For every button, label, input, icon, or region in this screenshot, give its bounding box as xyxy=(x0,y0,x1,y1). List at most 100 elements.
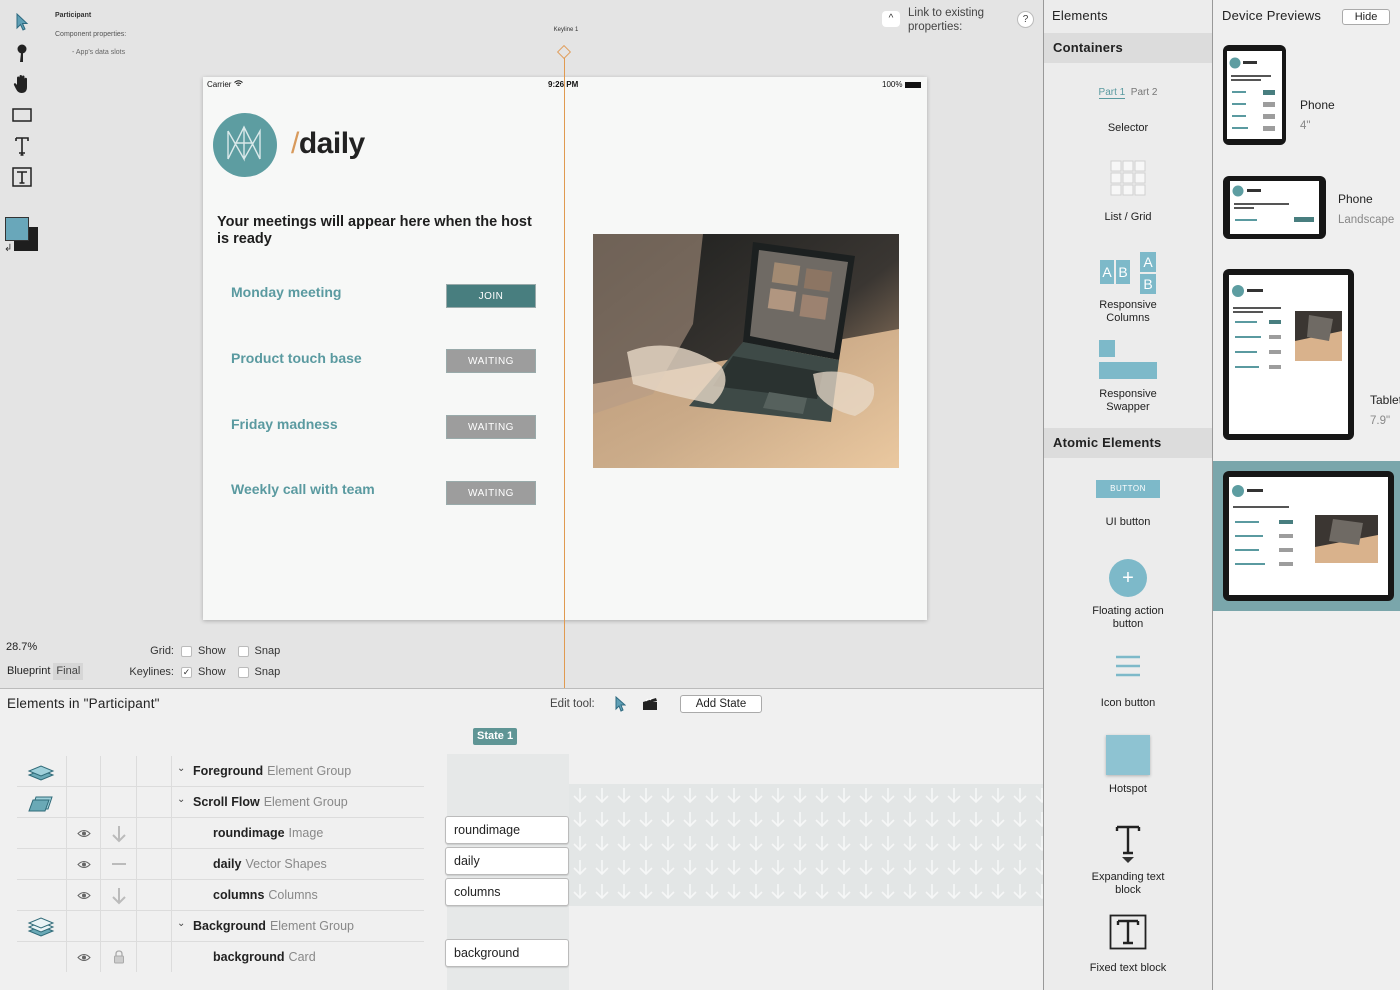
keyline-1[interactable] xyxy=(564,58,565,688)
keylines-snap-checkbox[interactable] xyxy=(237,666,249,678)
state-element-box[interactable]: background xyxy=(445,939,569,967)
icon-button-element[interactable]: Icon button xyxy=(1044,655,1212,710)
expand-chevron-icon[interactable]: ⌄ xyxy=(177,918,185,929)
logo-icon xyxy=(213,113,277,177)
background-layers-icon xyxy=(27,917,55,937)
stack-b: B xyxy=(1140,274,1156,294)
responsive-swapper-element[interactable]: Responsive Swapper xyxy=(1044,340,1212,414)
pointer-tool-icon[interactable] xyxy=(10,10,34,34)
waiting-button[interactable]: WAITING xyxy=(446,481,536,505)
help-button[interactable]: ? xyxy=(1017,11,1034,28)
device-detail: Landscape xyxy=(1338,214,1395,226)
keylines-show-checkbox[interactable]: ✓ xyxy=(181,666,192,678)
link-properties: ^ Link to existing properties: ? xyxy=(882,6,1042,36)
arrow-down-icon[interactable] xyxy=(111,825,127,843)
expanding-text-block-element[interactable]: Expanding text block xyxy=(1044,825,1212,897)
state-1-chip[interactable]: State 1 xyxy=(473,728,518,745)
grid-snap-checkbox[interactable] xyxy=(237,645,249,657)
current-device-preview-highlight[interactable] xyxy=(1213,461,1400,611)
join-button[interactable]: JOIN xyxy=(446,284,536,308)
grid-show-checkbox[interactable] xyxy=(181,645,192,657)
tree-row[interactable]: background Card xyxy=(17,942,424,973)
hand-tool-icon[interactable] xyxy=(10,72,34,96)
responsive-columns-icon: A B A B xyxy=(1098,252,1158,294)
pointer-icon[interactable] xyxy=(614,695,627,715)
keyline-label: Keyline 1 xyxy=(553,27,579,33)
ui-button-element[interactable]: BUTTON UI button xyxy=(1044,480,1212,529)
expand-chevron-icon[interactable]: ⌄ xyxy=(177,794,185,805)
tree-row[interactable]: ⌄ Foreground Element Group xyxy=(17,756,424,787)
tree-item-type: Element Group xyxy=(267,764,352,778)
view-mode-toggle[interactable]: Blueprint Final xyxy=(4,663,84,680)
arrow-down-icon[interactable] xyxy=(111,887,127,905)
hotspot-element[interactable]: Hotspot xyxy=(1044,735,1212,796)
blueprint-tab[interactable]: Blueprint xyxy=(4,663,54,680)
waiting-button[interactable]: WAITING xyxy=(446,349,536,373)
tree-row[interactable]: columns Columns xyxy=(17,880,424,911)
data-slots-link[interactable]: - App's data slots xyxy=(72,49,126,56)
visibility-cell xyxy=(68,880,101,910)
text-tool-icon[interactable] xyxy=(10,134,34,158)
rectangle-tool-icon[interactable] xyxy=(10,103,34,127)
lock-icon[interactable] xyxy=(113,950,125,964)
selector-preview: Part 1 Part 2 xyxy=(1044,86,1212,104)
phone-4-preview[interactable] xyxy=(1223,45,1286,145)
elements-panel-title: Elements xyxy=(1052,8,1108,23)
selector-element[interactable]: Part 1 Part 2 Selector xyxy=(1044,86,1212,135)
fixed-text-icon xyxy=(1109,914,1147,950)
selector-label: Selector xyxy=(1107,122,1149,134)
list-grid-label: List / Grid xyxy=(1104,211,1152,223)
tree-row[interactable]: ⌄ Scroll Flow Element Group xyxy=(17,787,424,818)
current-device-preview[interactable] xyxy=(1223,471,1394,601)
hotspot-icon xyxy=(1106,735,1150,775)
eye-icon[interactable] xyxy=(77,953,91,962)
tree-row[interactable]: ⌄ Background Element Group xyxy=(17,911,424,942)
layer-icon-cell xyxy=(17,911,67,941)
expanding-text-icon xyxy=(1115,825,1141,863)
phone-landscape-preview[interactable] xyxy=(1223,176,1326,239)
grid-label: Grid: xyxy=(150,645,174,657)
ui-button-label: UI button xyxy=(1105,516,1151,528)
tablet-preview[interactable] xyxy=(1223,269,1354,440)
eye-icon[interactable] xyxy=(77,860,91,869)
state-element-box[interactable]: columns xyxy=(445,878,569,906)
device-previews-panel: Device Previews Hide Phone 4" Phone Land… xyxy=(1212,0,1400,990)
eye-icon[interactable] xyxy=(77,891,91,900)
waiting-button[interactable]: WAITING xyxy=(446,415,536,439)
grid-icon xyxy=(1110,160,1146,196)
add-state-button[interactable]: Add State xyxy=(680,695,762,713)
elements-tree-title: Elements in "Participant" xyxy=(7,696,160,711)
clapper-icon[interactable] xyxy=(642,697,658,714)
keylines-show-label: Show xyxy=(198,666,226,678)
meeting-title: Friday madness xyxy=(231,416,338,432)
final-tab[interactable]: Final xyxy=(53,663,84,680)
tree-item-name: Foreground xyxy=(193,764,264,778)
keyline-handle[interactable] xyxy=(556,44,572,60)
list-grid-element[interactable]: List / Grid xyxy=(1044,160,1212,224)
device-canvas[interactable]: Carrier 9:26 PM 100% /daily Your meeting… xyxy=(203,77,927,620)
foreground-color-swatch[interactable] xyxy=(5,217,29,241)
meeting-title: Weekly call with team xyxy=(231,481,375,497)
expand-chevron-icon[interactable]: ⌄ xyxy=(177,763,185,774)
pin-tool-icon[interactable] xyxy=(10,41,34,65)
tree-row[interactable]: roundimage Image xyxy=(17,818,424,849)
tree-item-name: background xyxy=(213,950,285,964)
dash-icon[interactable] xyxy=(111,862,127,866)
tree-item-type: Columns xyxy=(268,888,318,902)
responsive-columns-element[interactable]: A B A B Responsive Columns xyxy=(1044,252,1212,325)
state-element-box[interactable]: roundimage xyxy=(445,816,569,844)
state-element-box[interactable]: daily xyxy=(445,847,569,875)
hamburger-icon xyxy=(1116,655,1140,677)
preview-screen-thumbnail xyxy=(1232,485,1378,566)
floating-action-button-element[interactable]: + Floating action button xyxy=(1044,559,1212,631)
tree-row[interactable]: daily Vector Shapes xyxy=(17,849,424,880)
eye-icon[interactable] xyxy=(77,829,91,838)
status-battery: 100% xyxy=(882,80,921,89)
text-box-tool-icon[interactable] xyxy=(10,165,34,189)
hide-previews-button[interactable]: Hide xyxy=(1342,9,1390,25)
collapse-caret-icon[interactable]: ^ xyxy=(882,11,900,27)
fixed-text-block-element[interactable]: Fixed text block xyxy=(1044,914,1212,975)
hotspot-label: Hotspot xyxy=(1109,783,1147,795)
layers-icon xyxy=(27,765,55,781)
swap-colors-icon[interactable]: ↲ xyxy=(4,243,12,254)
